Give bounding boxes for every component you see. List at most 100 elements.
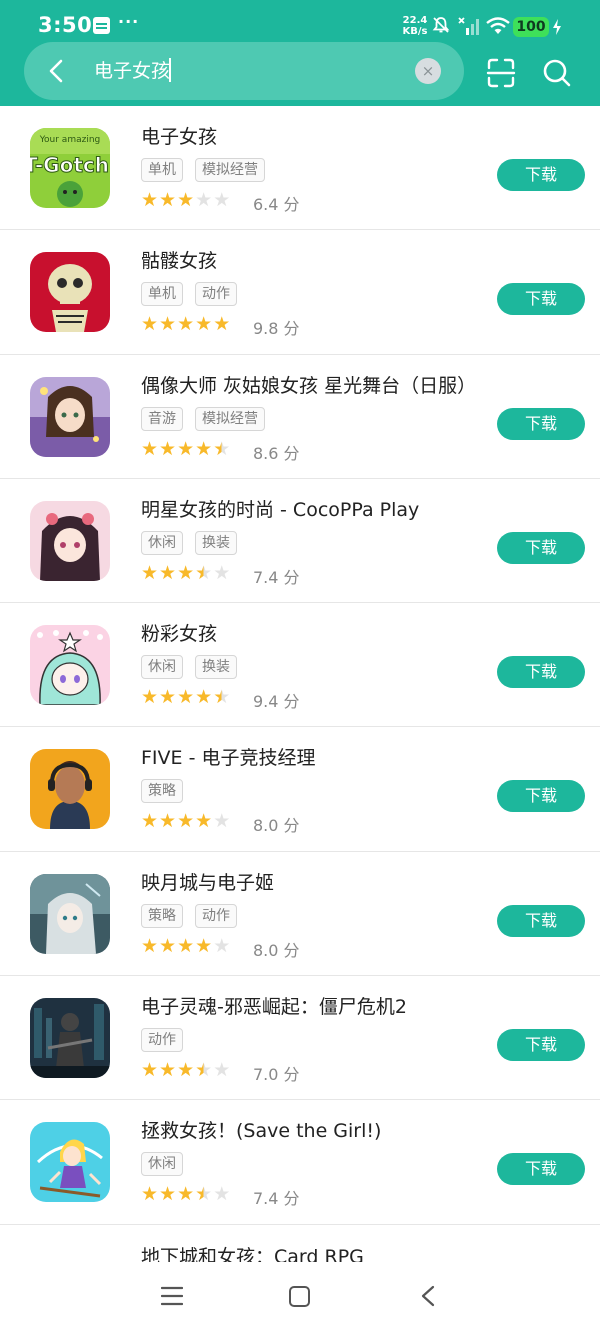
scan-icon[interactable] bbox=[486, 57, 516, 89]
score-unit: 分 bbox=[283, 692, 300, 712]
app-tag[interactable]: 休闲 bbox=[141, 530, 183, 555]
download-button[interactable]: 下载 bbox=[497, 656, 585, 689]
app-tag[interactable]: 休闲 bbox=[141, 1152, 183, 1177]
app-tags: 休闲 bbox=[141, 1152, 195, 1177]
search-results-list: Your amazing T-Gotchi 电子女孩 单机模拟经营 ★★★★★ … bbox=[0, 106, 600, 1225]
star-rating: ★★★★★ bbox=[141, 811, 231, 831]
app-tag[interactable]: 策略 bbox=[141, 903, 183, 928]
network-speed: 22.4 KB/s bbox=[398, 15, 432, 37]
app-list-item[interactable]: FIVE - 电子竞技经理 策略 ★★★★★ 8.0 分 下载 bbox=[0, 727, 600, 852]
star-icon: ★ bbox=[177, 561, 195, 584]
app-icon-cocoppa-play[interactable] bbox=[30, 500, 110, 581]
app-title[interactable]: 电子女孩 bbox=[141, 122, 217, 149]
score-unit: 分 bbox=[283, 940, 300, 960]
home-icon[interactable] bbox=[289, 1286, 310, 1307]
app-icon-pastel-girl[interactable] bbox=[30, 625, 110, 706]
download-button[interactable]: 下载 bbox=[497, 1029, 585, 1062]
app-title[interactable]: 拯救女孩！(Save the Girl!) bbox=[141, 1116, 381, 1143]
clear-search-button[interactable]: × bbox=[415, 58, 441, 84]
app-icon-electronic-soul[interactable] bbox=[30, 998, 110, 1079]
download-button[interactable]: 下载 bbox=[497, 159, 585, 191]
status-time: 3:50 bbox=[38, 13, 93, 37]
app-list-item[interactable]: Your amazing T-Gotchi 电子女孩 单机模拟经营 ★★★★★ … bbox=[0, 106, 600, 231]
chevron-left-icon[interactable] bbox=[40, 54, 74, 88]
app-icon-skeleton-girl[interactable] bbox=[30, 252, 110, 333]
search-icon[interactable] bbox=[541, 57, 573, 89]
app-list-item[interactable]: 偶像大师 灰姑娘女孩 星光舞台（日服） 音游 模拟经营 ★★★★★ 8.6 分 下… bbox=[0, 355, 600, 479]
app-tag[interactable]: 模拟经营 bbox=[195, 406, 265, 431]
app-title[interactable]: 骷髅女孩 bbox=[141, 246, 217, 273]
app-tags: 休闲 换装 bbox=[141, 530, 249, 555]
app-icon-e-girl[interactable]: Your amazing T-Gotchi bbox=[30, 128, 110, 208]
score-value: 7.4 bbox=[253, 567, 279, 587]
notification-app-icon bbox=[93, 17, 110, 34]
app-tag[interactable]: 策略 bbox=[141, 779, 183, 804]
app-score: 8.6 分 bbox=[253, 440, 300, 464]
app-tag[interactable]: 动作 bbox=[195, 903, 237, 928]
star-icon: ★ bbox=[141, 686, 159, 709]
battery-level: 100 bbox=[513, 17, 549, 37]
star-icon: ★ bbox=[177, 313, 195, 336]
download-button[interactable]: 下载 bbox=[497, 531, 585, 564]
app-title[interactable]: 明星女孩的时尚 - CocoPPa Play bbox=[141, 495, 419, 522]
app-icon-eidolon-city[interactable] bbox=[30, 873, 110, 954]
star-icon: ★ bbox=[159, 686, 177, 709]
app-list-item-partial[interactable]: 地下城和女孩：Card RPG bbox=[0, 1226, 600, 1262]
star-icon: ★ bbox=[195, 810, 213, 833]
app-tag[interactable]: 动作 bbox=[141, 1028, 183, 1053]
app-icon-save-the-girl[interactable] bbox=[30, 1122, 110, 1203]
download-button[interactable]: 下载 bbox=[497, 904, 585, 937]
app-tag[interactable]: 音游 bbox=[141, 406, 183, 431]
app-list-item[interactable]: 明星女孩的时尚 - CocoPPa Play 休闲 换装 ★★★★★ 7.4 分 … bbox=[0, 479, 600, 604]
star-icon: ★ bbox=[195, 189, 213, 211]
app-title[interactable]: 粉彩女孩 bbox=[141, 619, 217, 646]
app-title[interactable]: FIVE - 电子竞技经理 bbox=[141, 743, 315, 770]
star-icon: ★ bbox=[177, 437, 195, 460]
star-icon: ★ bbox=[213, 686, 231, 709]
app-list-item[interactable]: 骷髅女孩 单机 动作 ★★★★★ 9.8 分 下载 bbox=[0, 230, 600, 355]
download-button[interactable]: 下载 bbox=[497, 283, 585, 316]
app-tag[interactable]: 休闲 bbox=[141, 655, 183, 680]
star-icon: ★ bbox=[195, 686, 213, 709]
app-list-item[interactable]: 拯救女孩！(Save the Girl!) 休闲 ★★★★★ 7.4 分 下载 bbox=[0, 1100, 600, 1225]
app-tags: 音游 模拟经营 bbox=[141, 406, 277, 431]
star-icon: ★ bbox=[195, 561, 213, 584]
star-icon: ★ bbox=[159, 934, 177, 957]
app-list-item[interactable]: 粉彩女孩 休闲 换装 ★★★★★ 9.4 分 下载 bbox=[0, 603, 600, 728]
app-icon-dungeon-girl[interactable] bbox=[30, 1248, 110, 1262]
app-tag[interactable]: 单机 bbox=[141, 282, 183, 307]
star-icon: ★ bbox=[177, 1183, 195, 1206]
download-button[interactable]: 下载 bbox=[497, 780, 585, 813]
search-input[interactable]: 电子女孩 bbox=[94, 56, 394, 86]
app-tag[interactable]: 换装 bbox=[195, 530, 237, 555]
status-bar: 3:50 ··· 22.4 KB/s 100 bbox=[0, 0, 600, 40]
app-score: 8.0 分 bbox=[253, 812, 300, 836]
app-title[interactable]: 偶像大师 灰姑娘女孩 星光舞台（日服） bbox=[141, 371, 476, 398]
app-tag[interactable]: 换装 bbox=[195, 655, 237, 680]
app-tag[interactable]: 单机 bbox=[141, 158, 183, 182]
app-title[interactable]: 映月城与电子姬 bbox=[141, 868, 274, 895]
app-icon-five-esports[interactable] bbox=[30, 749, 110, 830]
app-score: 9.8 分 bbox=[253, 315, 300, 339]
text-cursor bbox=[169, 58, 171, 82]
menu-icon[interactable] bbox=[161, 1286, 183, 1306]
app-tags: 动作 bbox=[141, 1028, 195, 1053]
app-list-item[interactable]: 映月城与电子姬 策略 动作 ★★★★★ 8.0 分 下载 bbox=[0, 852, 600, 977]
app-header: 3:50 ··· 22.4 KB/s 100 电子女孩 × bbox=[0, 0, 600, 106]
download-button[interactable]: 下载 bbox=[497, 1153, 585, 1186]
star-icon: ★ bbox=[195, 1059, 213, 1082]
app-title[interactable]: 地下城和女孩：Card RPG bbox=[141, 1242, 364, 1262]
star-icon: ★ bbox=[141, 437, 159, 460]
app-tag[interactable]: 模拟经营 bbox=[195, 158, 265, 182]
back-icon[interactable] bbox=[419, 1285, 437, 1307]
app-tag[interactable]: 动作 bbox=[195, 282, 237, 307]
star-rating: ★★★★★ bbox=[141, 314, 231, 334]
star-icon: ★ bbox=[177, 810, 195, 833]
download-button[interactable]: 下载 bbox=[497, 407, 585, 440]
app-tags: 休闲 换装 bbox=[141, 655, 249, 680]
app-icon-idolmaster[interactable] bbox=[30, 376, 110, 457]
wifi-icon bbox=[486, 17, 510, 34]
app-title[interactable]: 电子灵魂-邪恶崛起：僵尸危机2 bbox=[141, 992, 407, 1019]
app-list-item[interactable]: 电子灵魂-邪恶崛起：僵尸危机2 动作 ★★★★★ 7.0 分 下载 bbox=[0, 976, 600, 1101]
star-rating: ★★★★★ bbox=[141, 1184, 231, 1204]
